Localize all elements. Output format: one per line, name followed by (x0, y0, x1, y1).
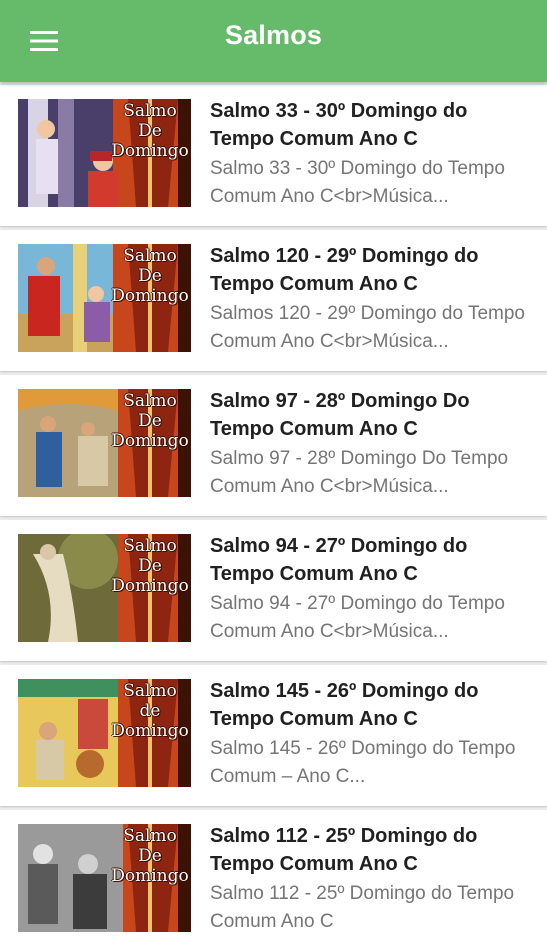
item-subtitle: Salmo 33 - 30º Domingo do Tempo Comum An… (210, 158, 505, 207)
app-bar: Salmos (0, 0, 547, 82)
item-title: Salmo 97 - 28º Domingo Do Tempo Comum An… (210, 390, 470, 440)
item-subtitle: Salmos 120 - 29º Domingo do Tempo Comum … (210, 303, 525, 352)
item-title: Salmo 120 - 29º Domingo do Tempo Comum A… (210, 245, 479, 295)
item-subtitle: Salmo 97 - 28º Domingo Do Tempo Comum An… (210, 448, 509, 497)
list-item[interactable]: Salmo de Domingo Salmo 145 - 26º Domingo… (0, 665, 547, 806)
list-item[interactable]: Salmo De Domingo Salmo 112 - 25º Domingo… (0, 810, 547, 951)
item-title: Salmo 33 - 30º Domingo do Tempo Comum An… (210, 100, 468, 150)
thumbnail-image: Salmo De Domingo (18, 244, 191, 352)
thumbnail-caption: Salmo De Domingo (111, 101, 189, 161)
thumbnail-caption: Salmo De Domingo (111, 536, 189, 596)
thumbnail-image: Salmo De Domingo (18, 389, 191, 497)
item-title: Salmo 94 - 27º Domingo do Tempo Comum An… (210, 535, 468, 585)
thumbnail-image: Salmo De Domingo (18, 534, 191, 642)
thumbnail-caption: Salmo De Domingo (111, 826, 189, 886)
item-title: Salmo 145 - 26º Domingo do Tempo Comum A… (210, 680, 479, 730)
item-subtitle: Salmo 112 - 25º Domingo do Tempo Comum A… (210, 883, 515, 932)
item-subtitle: Salmo 94 - 27º Domingo do Tempo Comum An… (210, 593, 505, 642)
item-title: Salmo 112 - 25º Domingo do Tempo Comum A… (210, 825, 478, 875)
thumbnail-image: Salmo De Domingo (18, 824, 191, 932)
thumbnail-image: Salmo De Domingo (18, 99, 191, 207)
psalm-list: Salmo De Domingo Salmo 33 - 30º Domingo … (0, 82, 547, 951)
thumbnail-caption: Salmo de Domingo (111, 681, 189, 741)
thumbnail-image: Salmo de Domingo (18, 679, 191, 787)
list-item[interactable]: Salmo De Domingo Salmo 33 - 30º Domingo … (0, 85, 547, 226)
item-subtitle: Salmo 145 - 26º Domingo do Tempo Comum –… (210, 738, 516, 787)
thumbnail-caption: Salmo De Domingo (111, 391, 189, 451)
page-title: Salmos (224, 20, 323, 50)
list-item[interactable]: Salmo De Domingo Salmo 120 - 29º Domingo… (0, 230, 547, 371)
thumbnail-caption: Salmo De Domingo (111, 246, 189, 306)
list-item[interactable]: Salmo De Domingo Salmo 97 - 28º Domingo … (0, 375, 547, 516)
list-item[interactable]: Salmo De Domingo Salmo 94 - 27º Domingo … (0, 520, 547, 661)
